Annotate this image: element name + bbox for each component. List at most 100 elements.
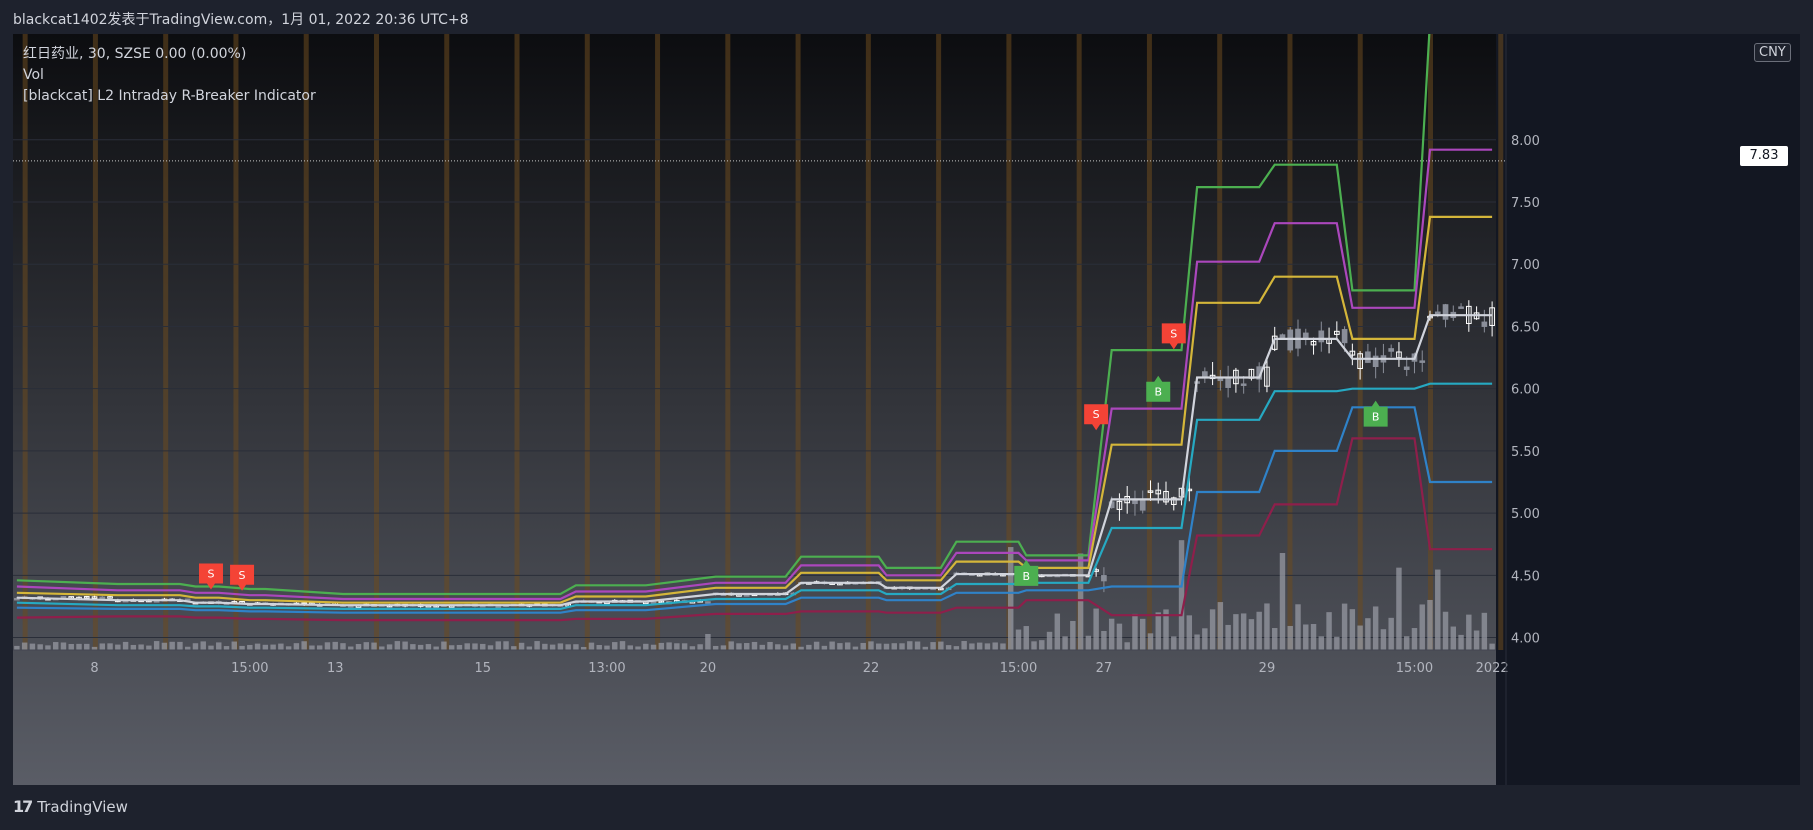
symbol-legend[interactable]: 红日药业, 30, SZSE 0.00 (0.00%) — [23, 44, 316, 65]
volume-bar — [945, 645, 952, 650]
session-stripe — [936, 34, 942, 650]
volume-bar — [29, 643, 36, 650]
x-tick-label: 15 — [474, 661, 491, 676]
volume-bar — [309, 645, 315, 650]
volume-bar — [860, 642, 866, 650]
volume-bar — [464, 643, 470, 650]
volume-bar — [76, 643, 82, 650]
sell-marker-label: S — [207, 568, 214, 581]
session-stripe — [1217, 34, 1223, 650]
volume-bar — [1101, 630, 1107, 650]
volume-bar — [876, 643, 882, 650]
volume-bar — [1240, 613, 1247, 650]
volume-legend[interactable]: Vol — [23, 65, 316, 86]
volume-bar — [21, 642, 28, 650]
volume-bar — [751, 641, 758, 650]
volume-bar — [1419, 604, 1425, 650]
volume-bar — [355, 644, 362, 650]
volume-bar — [1388, 617, 1394, 650]
volume-bar — [705, 634, 711, 650]
volume-bar — [1450, 626, 1457, 650]
chart-legend: 红日药业, 30, SZSE 0.00 (0.00%) Vol [blackca… — [23, 44, 316, 107]
volume-bar — [402, 641, 408, 650]
volume-bar — [448, 645, 455, 650]
volume-bar — [1248, 619, 1255, 650]
volume-bar — [99, 643, 106, 650]
volume-bar — [565, 644, 571, 650]
volume-bar — [487, 645, 494, 650]
volume-bar — [1365, 618, 1371, 650]
volume-bar — [914, 641, 921, 650]
volume-bar — [744, 643, 750, 650]
session-stripe — [92, 34, 98, 650]
volume-bar — [1334, 636, 1340, 650]
volume-bar — [1000, 643, 1006, 650]
volume-bar — [930, 642, 936, 650]
volume-bar — [767, 641, 773, 650]
volume-bar — [573, 644, 579, 650]
y-tick-label: 8.00 — [1511, 134, 1540, 149]
buy-marker-label: B — [1154, 386, 1162, 399]
volume-bar — [1279, 553, 1286, 650]
footer-brand[interactable]: 17 TradingView — [13, 797, 128, 816]
volume-bar — [511, 646, 517, 650]
volume-bar — [495, 641, 501, 650]
volume-bar — [1062, 636, 1068, 650]
sell-marker-label: S — [1170, 327, 1177, 340]
volume-bar — [410, 644, 416, 650]
volume-bar — [1116, 623, 1123, 650]
volume-bar — [324, 642, 331, 650]
volume-bar — [1225, 624, 1231, 650]
volume-bar — [1132, 613, 1138, 650]
volume-bar — [1023, 626, 1029, 650]
session-stripe — [1357, 34, 1363, 650]
volume-bar — [480, 643, 486, 650]
volume-bar — [503, 641, 509, 650]
volume-bar — [169, 641, 175, 650]
volume-bar — [1481, 612, 1488, 650]
session-stripe — [444, 34, 450, 650]
volume-bar — [153, 641, 160, 650]
volume-bar — [697, 644, 703, 650]
volume-bar — [433, 646, 439, 650]
volume-bar — [60, 642, 67, 650]
volume-bar — [775, 644, 781, 650]
volume-bar — [68, 643, 74, 650]
indicator-legend[interactable]: [blackcat] L2 Intraday R-Breaker Indicat… — [23, 86, 316, 107]
volume-bar — [425, 644, 432, 650]
y-tick-label: 4.00 — [1511, 632, 1540, 647]
buy-marker-label: B — [1022, 570, 1030, 583]
volume-bar — [1093, 608, 1099, 650]
volume-bar — [790, 643, 797, 650]
currency-label[interactable]: CNY — [1754, 43, 1791, 62]
volume-bar — [1015, 629, 1022, 650]
volume-bar — [844, 642, 851, 650]
volume-bar — [130, 644, 137, 650]
session-stripe — [373, 34, 379, 650]
volume-bar — [340, 643, 346, 650]
volume-bar — [643, 643, 649, 650]
volume-bar — [736, 643, 742, 650]
price-chart[interactable]: 4.00 4.50 5.00 5.50 6.00 6.50 7.00 7.50 8.00 S S B S… — [13, 34, 1800, 785]
x-tick-label: 29 — [1259, 661, 1276, 676]
session-stripe — [725, 34, 731, 650]
volume-bar — [1140, 618, 1146, 650]
chart-area[interactable]: 4.00 4.50 5.00 5.50 6.00 6.50 7.00 7.50 8.00 S S B S… — [13, 34, 1800, 785]
volume-bar — [821, 645, 828, 650]
volume-bar — [1295, 604, 1301, 650]
candle-body — [1442, 304, 1449, 320]
y-tick-label: 7.00 — [1511, 258, 1540, 273]
session-stripe — [1498, 34, 1504, 650]
x-tick-label: 13 — [327, 661, 344, 676]
volume-bar — [84, 643, 90, 650]
volume-bar — [1403, 636, 1410, 650]
volume-bar — [1186, 615, 1193, 650]
volume-bar — [107, 643, 113, 650]
volume-bar — [417, 644, 424, 650]
candle-body — [705, 601, 711, 604]
volume-bar — [1178, 540, 1185, 650]
candle-body — [1419, 360, 1426, 363]
volume-bar — [961, 641, 967, 650]
volume-bar — [1031, 641, 1037, 650]
volume-bar — [759, 644, 765, 650]
